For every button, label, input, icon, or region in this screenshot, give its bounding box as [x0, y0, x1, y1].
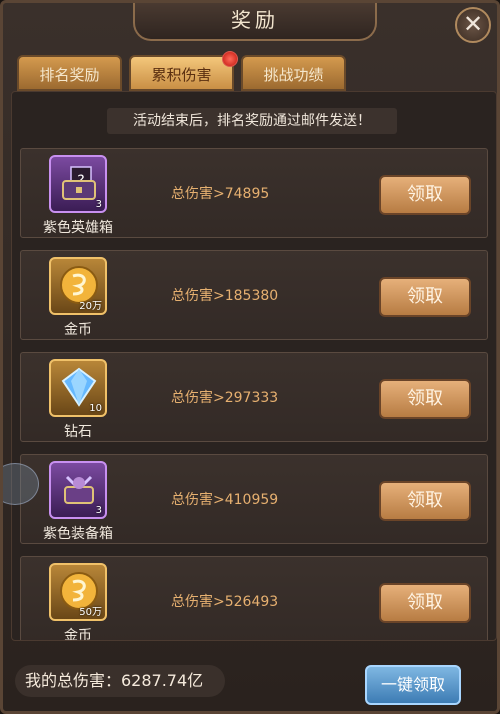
- tab-label: 挑战功绩: [263, 66, 324, 84]
- reward-row: ? 3 紫色英雄箱 总伤害>74895 领取: [20, 148, 488, 238]
- reward-list: 活动结束后，排名奖励通过邮件发送！ ? 3 紫色英雄箱 总伤害>74895 领取: [11, 91, 497, 641]
- reward-row: 10 钻石 总伤害>297333 领取: [20, 352, 488, 442]
- item-name: 紫色装备箱: [43, 526, 113, 542]
- tab-cumulative-damage[interactable]: 累积伤害: [129, 51, 238, 91]
- claim-button[interactable]: 领取: [379, 175, 471, 215]
- claim-button[interactable]: 领取: [379, 277, 471, 317]
- reward-row: 50万 金币 总伤害>526493 领取: [20, 556, 488, 641]
- item-name: 金币: [64, 322, 92, 338]
- tab-ranking-rewards[interactable]: 排名奖励: [17, 55, 122, 91]
- claim-button[interactable]: 领取: [379, 481, 471, 521]
- tab-label: 累积伤害: [151, 66, 212, 84]
- item-name: 紫色英雄箱: [43, 220, 113, 236]
- item-quantity: 20万: [79, 301, 102, 312]
- item-quantity: 50万: [79, 607, 102, 618]
- item-quantity: 3: [95, 199, 102, 210]
- reward-item-frame[interactable]: 50万: [49, 563, 107, 621]
- reward-row: 20万 金币 总伤害>185380 领取: [20, 250, 488, 340]
- damage-requirement: 总伤害>297333: [171, 390, 279, 406]
- reward-item-frame[interactable]: 10: [49, 359, 107, 417]
- damage-requirement: 总伤害>410959: [171, 492, 279, 508]
- notice-text: 活动结束后，排名奖励通过邮件发送！: [107, 108, 397, 134]
- reward-item-frame[interactable]: ? 3: [49, 155, 107, 213]
- tab-label: 排名奖励: [39, 66, 100, 84]
- item-name: 钻石: [64, 424, 92, 440]
- damage-requirement: 总伤害>185380: [171, 288, 279, 304]
- footer-bar: 我的总伤害：6287.74亿 一键领取: [3, 645, 497, 711]
- claim-button[interactable]: 领取: [379, 379, 471, 419]
- equipment-chest-icon: [57, 467, 101, 511]
- notification-dot-icon: [222, 51, 238, 67]
- reward-item-frame[interactable]: 3: [49, 461, 107, 519]
- my-total-damage: 我的总伤害：6287.74亿: [15, 665, 225, 697]
- tab-challenge-achievements[interactable]: 挑战功绩: [241, 55, 346, 91]
- reward-item-frame[interactable]: 20万: [49, 257, 107, 315]
- damage-requirement: 总伤害>74895: [171, 186, 270, 202]
- hero-chest-icon: ?: [57, 161, 101, 205]
- claim-button[interactable]: 领取: [379, 583, 471, 623]
- item-name: 金币: [64, 628, 92, 641]
- reward-row: 3 紫色装备箱 总伤害>410959 领取: [20, 454, 488, 544]
- item-quantity: 3: [95, 505, 102, 516]
- rewards-dialog: 奖励 ✕ 排名奖励 累积伤害 挑战功绩 活动结束后，排名奖励通过邮件发送！ ?: [0, 0, 500, 714]
- damage-requirement: 总伤害>526493: [171, 594, 279, 610]
- dialog-title: 奖励: [133, 3, 377, 41]
- item-quantity: 10: [89, 403, 102, 414]
- close-icon[interactable]: ✕: [455, 7, 491, 43]
- claim-all-button[interactable]: 一键领取: [365, 665, 461, 705]
